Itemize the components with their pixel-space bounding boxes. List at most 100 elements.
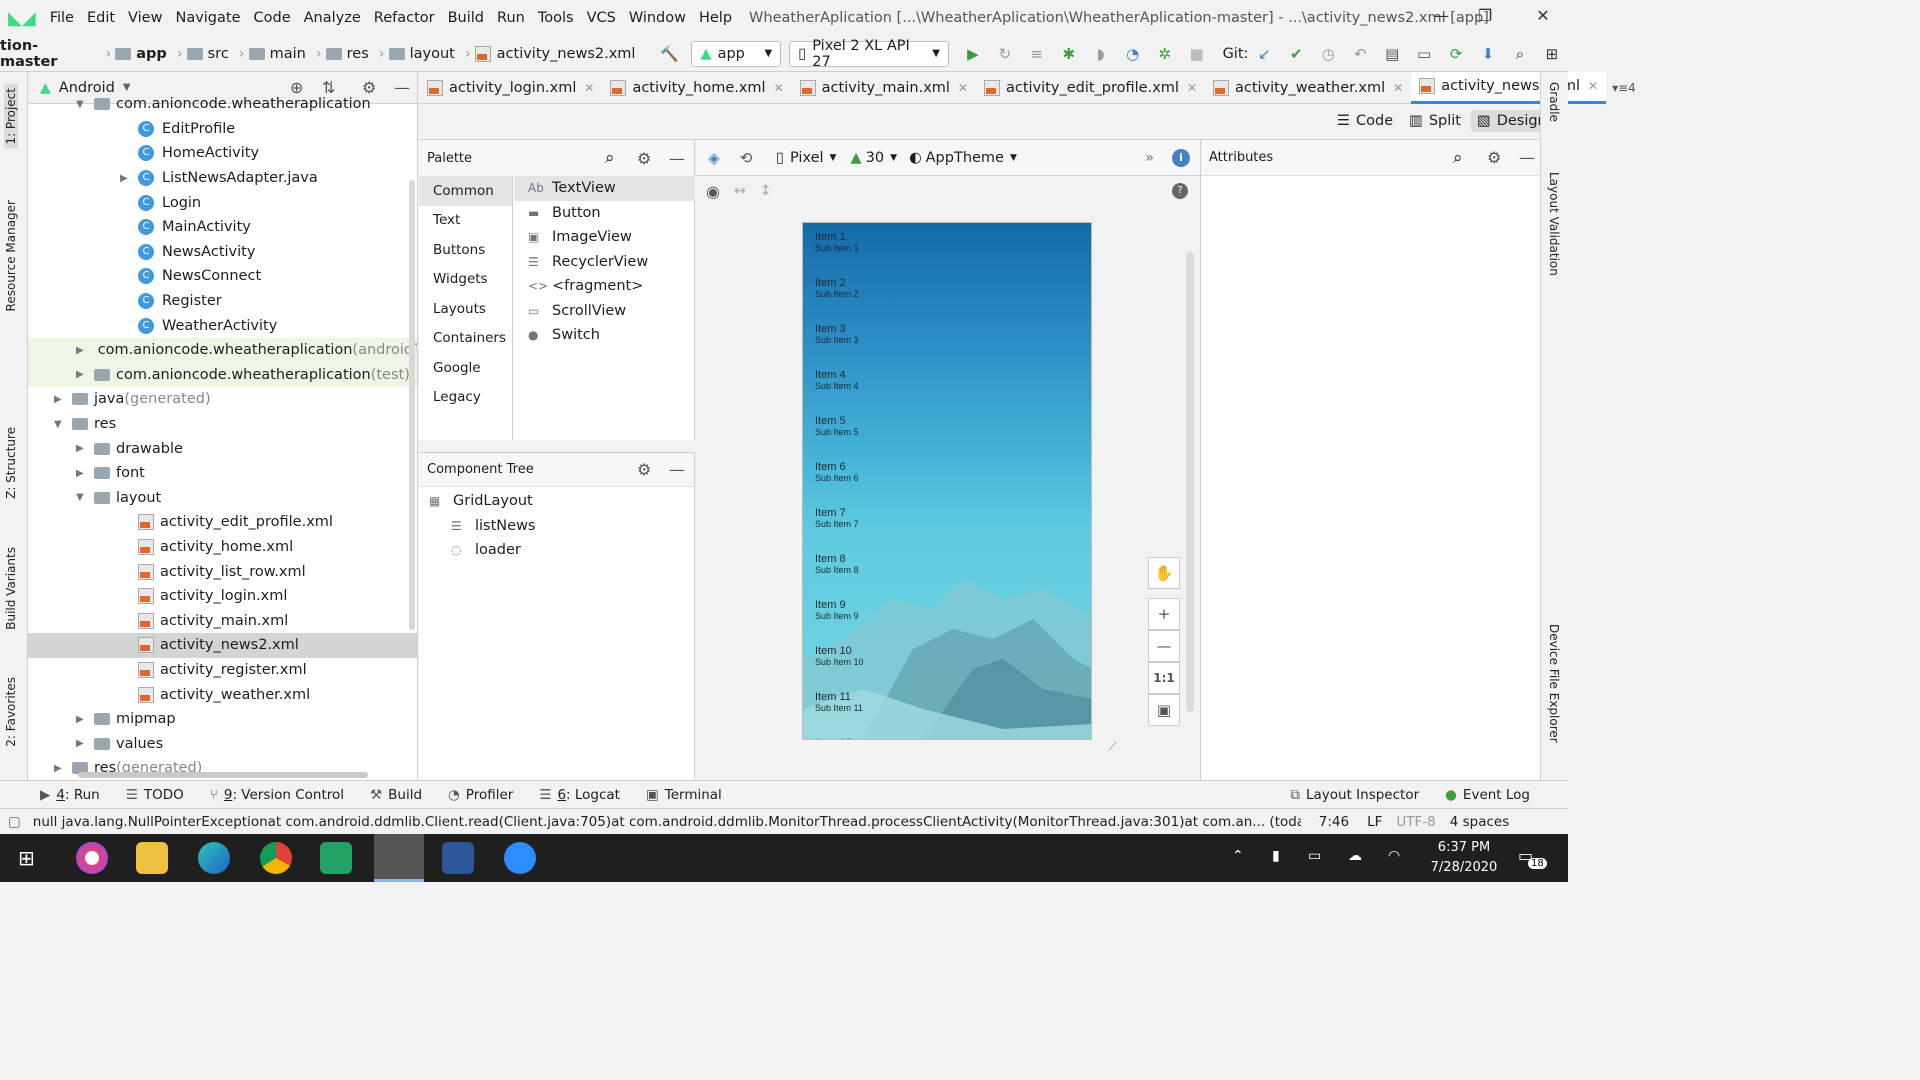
breadcrumb-project[interactable]: tion-master bbox=[0, 38, 95, 70]
android-studio-taskbar-icon[interactable] bbox=[374, 834, 424, 882]
tool-event-log[interactable]: ● Event Log bbox=[1445, 787, 1530, 803]
tree-row-class[interactable]: C HomeActivity bbox=[28, 141, 417, 166]
tree-row-class[interactable]: C NewsActivity bbox=[28, 240, 417, 265]
word-icon[interactable] bbox=[442, 842, 474, 874]
close-icon[interactable]: ✕ bbox=[958, 81, 968, 95]
debug-icon[interactable]: ✱ bbox=[1059, 44, 1079, 64]
tree-row-folder[interactable]: ▶ java (generated) bbox=[28, 387, 417, 412]
canvas-vertical-scrollbar[interactable] bbox=[1186, 252, 1194, 712]
close-icon[interactable]: ✕ bbox=[774, 81, 784, 95]
list-item[interactable]: Item 12 bbox=[815, 737, 852, 739]
device-select[interactable]: ▯ Pixel ▼ bbox=[776, 150, 836, 166]
list-item[interactable]: Item 8 Sub Item 8 bbox=[815, 553, 859, 575]
tab-overflow-button[interactable]: ▾≡4 bbox=[1612, 81, 1636, 95]
minimize-button[interactable]: — bbox=[1428, 6, 1454, 30]
component-listnews[interactable]: ☰ listNews bbox=[419, 514, 694, 539]
palette-category-common[interactable]: Common bbox=[419, 176, 512, 206]
palette-item-fragment[interactable]: <> <fragment> bbox=[514, 274, 695, 299]
zoom-icon[interactable] bbox=[504, 842, 536, 874]
hide-panel-icon[interactable]: — bbox=[669, 460, 685, 479]
close-icon[interactable]: ✕ bbox=[1393, 81, 1403, 95]
menu-refactor[interactable]: Refactor bbox=[374, 10, 435, 26]
overflow-icon[interactable]: » bbox=[1145, 150, 1154, 166]
zoom-actual-size-button[interactable]: 1:1 bbox=[1148, 662, 1180, 694]
windows-start-icon[interactable]: ⊞ bbox=[18, 846, 35, 870]
apply-changes-icon[interactable]: ↻ bbox=[995, 44, 1015, 64]
palette-category-layouts[interactable]: Layouts bbox=[419, 294, 512, 324]
close-window-button[interactable]: ✕ bbox=[1530, 6, 1556, 30]
palette-category-text[interactable]: Text bbox=[419, 206, 512, 236]
vertical-resize-icon[interactable]: ↕ bbox=[760, 183, 772, 199]
horizontal-scrollbar[interactable] bbox=[78, 772, 368, 778]
tool-tab-project[interactable]: 1: Project bbox=[4, 84, 18, 149]
gear-icon[interactable]: ⚙ bbox=[637, 460, 651, 479]
palette-item-scrollview[interactable]: ▭ ScrollView bbox=[514, 299, 695, 324]
theme-select[interactable]: ◐ AppTheme ▼ bbox=[909, 150, 1017, 166]
split-view-button[interactable]: ▥ Split bbox=[1409, 113, 1461, 129]
tab-activity-login[interactable]: activity_login.xml ✕ bbox=[419, 72, 602, 104]
file-explorer-icon[interactable] bbox=[136, 842, 168, 874]
vertical-scrollbar[interactable] bbox=[409, 180, 415, 630]
tree-row-class[interactable]: C NewsConnect bbox=[28, 264, 417, 289]
hide-panel-icon[interactable]: — bbox=[669, 149, 685, 168]
edge-icon[interactable] bbox=[198, 842, 230, 874]
menu-analyze[interactable]: Analyze bbox=[304, 10, 361, 26]
menu-view[interactable]: View bbox=[128, 10, 162, 26]
design-surface-icon[interactable]: ◈ bbox=[704, 148, 724, 168]
list-item[interactable]: Item 6 Sub Item 6 bbox=[815, 461, 859, 483]
apply-code-changes-icon[interactable]: ≡ bbox=[1027, 44, 1047, 64]
info-icon[interactable]: i bbox=[1172, 148, 1190, 167]
tool-tab-device-file-explorer[interactable]: Device File Explorer bbox=[1547, 624, 1561, 743]
palette-category-buttons[interactable]: Buttons bbox=[419, 235, 512, 265]
tool-tab-resource-manager[interactable]: Resource Manager bbox=[4, 200, 18, 311]
pan-button[interactable]: ✋ bbox=[1148, 557, 1180, 589]
line-separator[interactable]: LF bbox=[1367, 814, 1382, 830]
app-green-icon[interactable] bbox=[320, 842, 352, 874]
api-select[interactable]: ▲ 30 ▼ bbox=[850, 150, 897, 166]
menu-code[interactable]: Code bbox=[254, 10, 291, 26]
tree-row-class[interactable]: C WeatherActivity bbox=[28, 313, 417, 338]
search-icon[interactable]: ⌕ bbox=[1510, 44, 1530, 64]
help-icon[interactable]: ? bbox=[1172, 183, 1188, 199]
tree-row-xml-file[interactable]: activity_register.xml bbox=[28, 658, 417, 683]
zoom-out-button[interactable]: — bbox=[1148, 630, 1180, 662]
palette-item-textview[interactable]: Ab TextView bbox=[514, 176, 695, 201]
palette-category-widgets[interactable]: Widgets bbox=[419, 265, 512, 295]
resize-handle-icon[interactable]: ⟋ bbox=[1108, 740, 1116, 755]
breadcrumb-layout[interactable]: layout bbox=[388, 46, 455, 62]
tree-row-folder[interactable]: ▶ drawable bbox=[28, 436, 417, 461]
list-item[interactable]: Item 7 Sub Item 7 bbox=[815, 507, 859, 529]
palette-category-google[interactable]: Google bbox=[419, 353, 512, 383]
tool-tab-favorites[interactable]: 2: Favorites bbox=[4, 677, 18, 747]
list-item[interactable]: Item 4 Sub Item 4 bbox=[815, 369, 859, 391]
tree-row-xml-file[interactable]: activity_news2.xml bbox=[28, 633, 417, 658]
tree-row-folder[interactable]: ▶ mipmap bbox=[28, 707, 417, 732]
git-update-icon[interactable]: ↙ bbox=[1254, 44, 1274, 64]
tree-row-xml-file[interactable]: activity_main.xml bbox=[28, 609, 417, 634]
phone-preview[interactable]: Item 1 Sub Item 1 Item 2 Sub Item 2 Item 3 Su… bbox=[802, 222, 1092, 740]
stop-icon[interactable]: ■ bbox=[1187, 44, 1207, 64]
breadcrumb-main[interactable]: main bbox=[248, 46, 306, 62]
palette-category-legacy[interactable]: Legacy bbox=[419, 383, 512, 413]
tree-row-folder[interactable]: ▶ values bbox=[28, 732, 417, 757]
chevron-right-icon[interactable]: ▶ bbox=[54, 394, 64, 405]
list-item[interactable]: Item 10 Sub Item 10 bbox=[815, 645, 864, 667]
gear-icon[interactable]: ⚙ bbox=[637, 149, 651, 168]
chevron-up-icon[interactable]: ⌃ bbox=[1232, 848, 1244, 864]
tree-row-class[interactable]: C Login bbox=[28, 190, 417, 215]
close-icon[interactable]: ✕ bbox=[584, 81, 594, 95]
close-icon[interactable]: ✕ bbox=[1187, 81, 1197, 95]
menu-vcs[interactable]: VCS bbox=[587, 10, 616, 26]
tool-todo[interactable]: ☰ TODO bbox=[126, 787, 184, 803]
battery-icon[interactable]: ▭ bbox=[1308, 848, 1321, 864]
tab-activity-home[interactable]: activity_home.xml ✕ bbox=[602, 72, 791, 104]
tab-activity-main[interactable]: activity_main.xml ✕ bbox=[792, 72, 976, 104]
tree-row-folder[interactable]: ▶ com.anioncode.wheatheraplication (andro… bbox=[28, 338, 417, 363]
tree-row-xml-file[interactable]: activity_home.xml bbox=[28, 535, 417, 560]
palette-item-button[interactable]: ▬ Button bbox=[514, 201, 695, 226]
tool-layout-inspector[interactable]: ⧉ Layout Inspector bbox=[1290, 787, 1419, 803]
palette-item-switch[interactable]: ● Switch bbox=[514, 323, 695, 348]
tree-row-xml-file[interactable]: activity_list_row.xml bbox=[28, 559, 417, 584]
palette-item-imageview[interactable]: ▣ ImageView bbox=[514, 225, 695, 250]
restore-button[interactable]: ❐ bbox=[1472, 6, 1498, 30]
